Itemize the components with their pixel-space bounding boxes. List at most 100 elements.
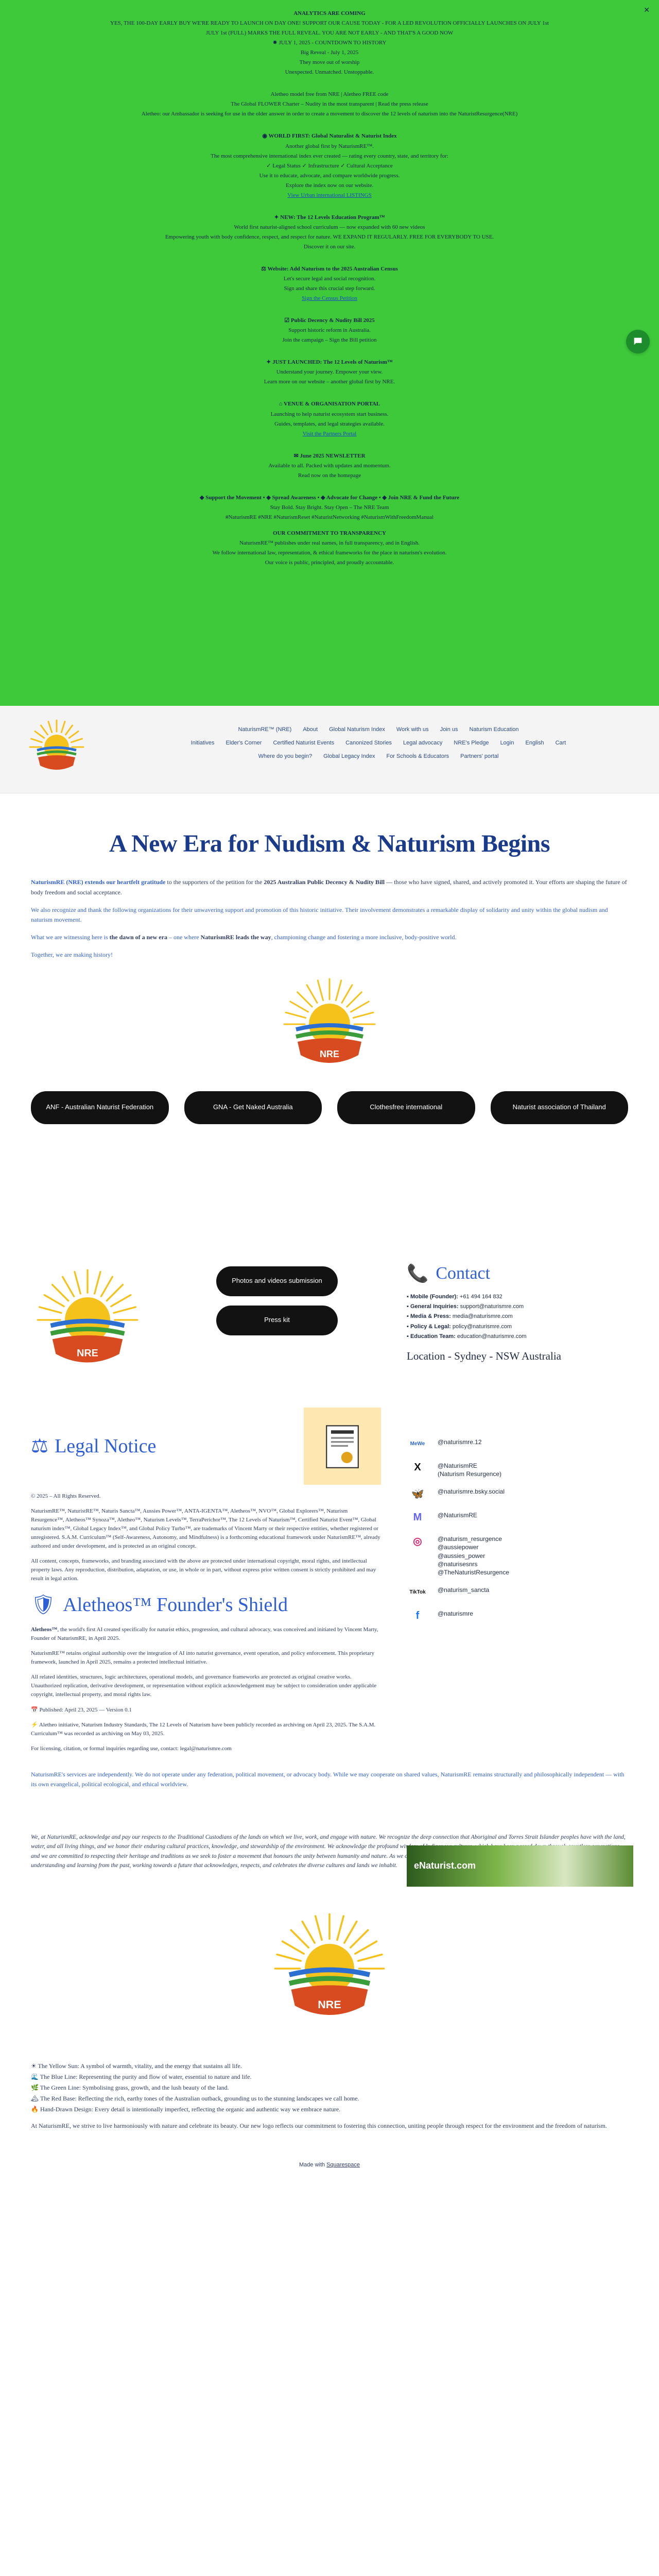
contact-label: Mobile (Founder):: [410, 1293, 460, 1300]
contact-value[interactable]: +61 494 164 832: [460, 1294, 502, 1300]
nav-item[interactable]: English: [525, 740, 544, 746]
banner-line: ☑ Public Decency & Nudity Bill 2025: [284, 317, 375, 324]
nav-item[interactable]: About: [303, 726, 318, 733]
social-link[interactable]: X @NaturismRE (Naturism Resurgence): [407, 1460, 633, 1478]
partner-button[interactable]: Naturist association of Thailand: [490, 1091, 628, 1124]
social-handle: (Naturism Resurgence): [438, 1470, 502, 1478]
logo-meaning-item: ☀ The Yellow Sun: A symbol of warmth, vi…: [31, 2062, 242, 2070]
banner-line: Sign and share this crucial step forward…: [284, 285, 375, 292]
shield-p3: All related identities, structures, logi…: [31, 1674, 377, 1698]
contact-list: ▪ Mobile (Founder): +61 494 164 832 ▪ Gen…: [407, 1292, 633, 1342]
hero-p3-a: What we are witnessing here is: [31, 934, 110, 941]
banner-line: NaturismRE™ publishes under real names, …: [239, 539, 420, 546]
enaturist-banner-ad[interactable]: eNaturist.com: [407, 1845, 633, 1887]
nav-item[interactable]: Global Legacy Index: [323, 753, 375, 759]
nav-item[interactable]: Join us: [440, 726, 458, 733]
page-title: A New Era for Nudism & Naturism Begins: [109, 830, 550, 857]
contact-label: Media & Press:: [410, 1313, 453, 1320]
nav-item[interactable]: NaturismRE™ (NRE): [238, 726, 291, 733]
instagram-icon: ◎: [413, 1535, 422, 1547]
contact-item: ▪ Mobile (Founder): +61 494 164 832: [407, 1292, 633, 1302]
banner-line: ✉ June 2025 NEWSLETTER: [293, 452, 366, 459]
nre-logo[interactable]: [26, 716, 88, 778]
location-text: Location - Sydney - NSW Australia: [407, 1350, 561, 1363]
banner-link[interactable]: Sign the Census Petition: [21, 294, 638, 303]
contact-value[interactable]: media@naturismre.com: [453, 1313, 513, 1319]
info-region: NRE Photos and videos submission Press k…: [0, 1263, 659, 1887]
shield-icon: 🛡: [31, 1594, 56, 1616]
social-handle: @aussiepower: [438, 1544, 479, 1551]
nav-item[interactable]: Login: [500, 740, 514, 746]
partner-button[interactable]: Clothesfree international: [337, 1091, 475, 1124]
social-links: MeWe @naturismre.12 X @NaturismRE (Naturism …: [407, 1436, 633, 1631]
banner-line: ◆ Support the Movement • ◆ Spread Awaren…: [200, 494, 459, 501]
nre-logo-footer: NRE: [274, 1913, 385, 2015]
nav-item[interactable]: Initiatives: [191, 740, 215, 746]
banner-line: The Global FLOWER Charter – Nudity in th…: [231, 101, 428, 108]
nav-item[interactable]: Elder's Corner: [226, 740, 262, 746]
partner-button[interactable]: GNA - Get Naked Australia: [184, 1091, 322, 1124]
social-handle: @naturism_sancta: [438, 1586, 490, 1594]
nav-item[interactable]: Legal advocacy: [403, 740, 442, 746]
banner-link[interactable]: Visit the Partners Portal: [21, 430, 638, 438]
nav-item[interactable]: NRE's Pledge: [454, 740, 489, 746]
social-link[interactable]: ◎ @naturism_resurgence @aussiepower @aussie…: [407, 1533, 633, 1577]
photo-submission-button[interactable]: Photos and videos submission: [216, 1266, 338, 1296]
banner-line: Read now on the homepage: [298, 472, 361, 479]
banner-line: We follow international law, representat…: [212, 550, 447, 556]
social-link[interactable]: f @naturismre: [407, 1607, 633, 1624]
banner-line: #NaturismRE #NRE #NaturismReset #Naturis…: [225, 514, 434, 520]
social-link[interactable]: TikTok @naturism_sancta: [407, 1584, 633, 1600]
nav-item[interactable]: Where do you begin?: [258, 753, 313, 759]
shield-p2: NaturismRE™ retains original authorship …: [31, 1650, 375, 1666]
banner-line: Explore the index now on our website.: [285, 182, 374, 189]
nav-item[interactable]: Naturism Education: [470, 726, 519, 733]
nav-item[interactable]: Cart: [556, 740, 566, 746]
scales-icon: ⚖: [31, 1435, 49, 1458]
hero-p3-e: , championing change and fostering a mor…: [271, 934, 457, 941]
nav-item[interactable]: Work with us: [396, 726, 429, 733]
squarespace-link[interactable]: Squarespace: [326, 2162, 360, 2168]
policy-illustration: [304, 1407, 381, 1485]
press-kit-button[interactable]: Press kit: [216, 1305, 338, 1335]
banner-12-levels: ✦ JUST LAUNCHED: The 12 Levels of Naturi…: [21, 358, 638, 386]
hero-p3-d: NaturismRE leads the way: [200, 934, 271, 941]
social-link[interactable]: 🦋 @naturismre.bsky.social: [407, 1485, 633, 1502]
nav-item[interactable]: Certified Naturist Events: [273, 740, 334, 746]
nav-item[interactable]: Global Naturism Index: [329, 726, 385, 733]
banner-aletheo: Aletheo model free from NRE | Aletheo FR…: [21, 90, 638, 118]
nav-item[interactable]: Canonized Stories: [345, 740, 392, 746]
contact-label: General Inquiries:: [410, 1303, 460, 1310]
bluesky-icon: 🦋: [411, 1488, 424, 1500]
legal-title: Legal Notice: [55, 1435, 157, 1457]
bullet-icon: ▪: [407, 1323, 410, 1330]
logo-meaning-item: 🌿 The Green Line: Symbolising grass, gro…: [31, 2084, 229, 2092]
site-footer: Made with Squarespace: [0, 2162, 659, 2168]
banner-line: ⚖ Website: Add Naturism to the 2025 Aust…: [261, 265, 398, 272]
banner-link[interactable]: View Urban international LISTINGS: [21, 191, 638, 200]
contact-title: Contact: [436, 1263, 491, 1283]
hero-section: A New Era for Nudism & Naturism Begins N…: [0, 793, 659, 1145]
hero-p1-b: to the supporters of the petition for th…: [165, 878, 264, 886]
chat-button[interactable]: [626, 330, 650, 353]
social-handle: @naturism_resurgence: [438, 1535, 502, 1543]
social-link[interactable]: M @NaturismRE: [407, 1509, 633, 1526]
logo-meaning-tail: At NaturismRE, we strive to live harmoni…: [31, 2122, 607, 2129]
banner-line: Available to all. Packed with updates an…: [268, 462, 391, 469]
nav-item[interactable]: For Schools & Educators: [386, 753, 449, 759]
partner-button[interactable]: ANF - Australian Naturist Federation: [31, 1091, 169, 1124]
logo-meaning-item: 🔥 Hand-Drawn Design: Every detail is int…: [31, 2106, 341, 2113]
contact-item: ▪ General Inquiries: support@naturismre.…: [407, 1302, 633, 1312]
banner-line: JULY 1st (FULL) MARKS THE FULL REVEAL. Y…: [205, 30, 454, 37]
banner-line: ✦ NEW: The 12 Levels Education Program™: [274, 214, 385, 221]
contact-value[interactable]: education@naturismre.com: [457, 1333, 527, 1340]
contact-value[interactable]: policy@naturismre.com: [453, 1324, 512, 1330]
bullet-icon: ▪: [407, 1303, 410, 1310]
close-icon[interactable]: ✕: [644, 5, 650, 16]
contact-value[interactable]: support@naturismre.com: [460, 1303, 524, 1310]
facebook-icon: f: [415, 1609, 420, 1621]
chat-icon: [634, 337, 642, 345]
social-link[interactable]: MeWe @naturismre.12: [407, 1436, 633, 1452]
nav-item[interactable]: Partners' portal: [460, 753, 498, 759]
banner-line: Launching to help naturist ecosystem sta…: [270, 411, 389, 417]
